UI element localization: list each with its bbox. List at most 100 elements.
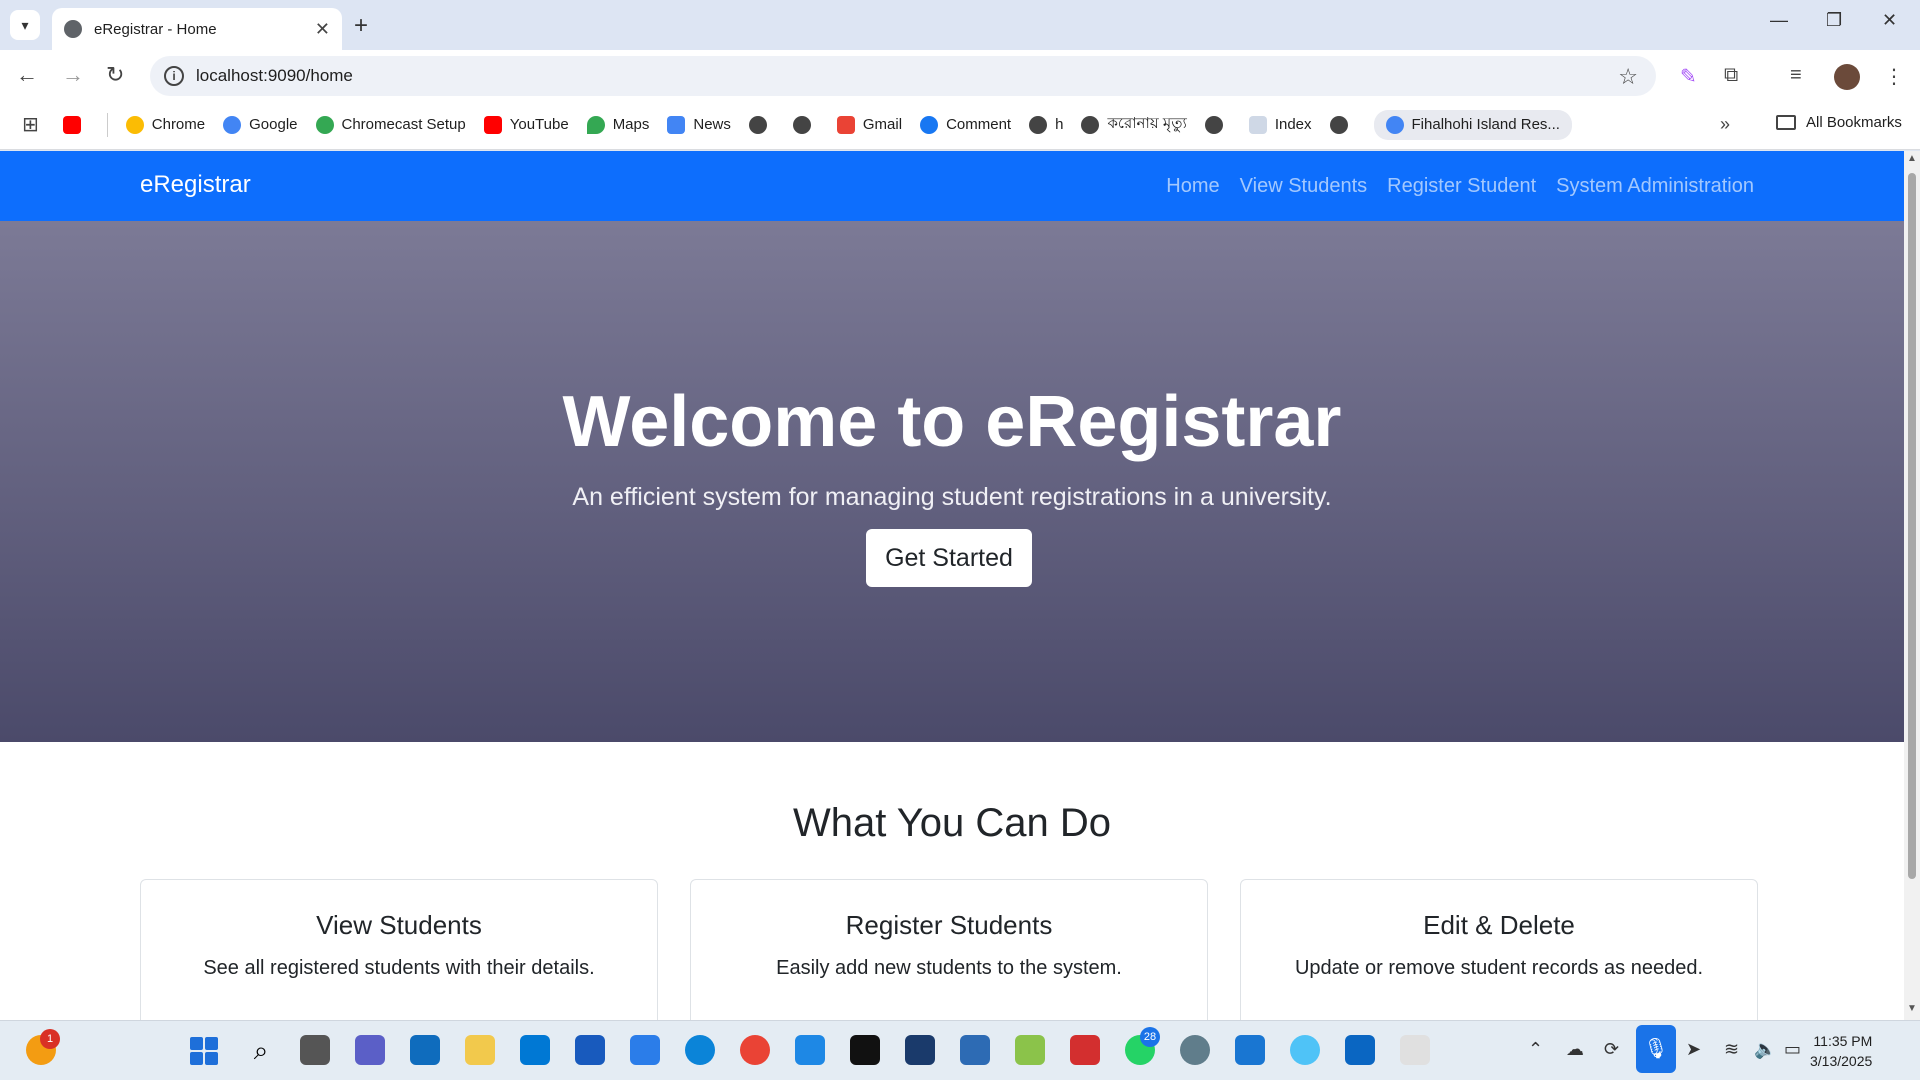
card-text: Easily add new students to the system. bbox=[776, 957, 1122, 979]
bookmark-chromecast[interactable]: Chromecast Setup bbox=[315, 115, 466, 134]
bookmark-youtube-icon[interactable] bbox=[62, 115, 89, 134]
location-icon[interactable]: ➤ bbox=[1686, 1039, 1701, 1060]
bookmark-globe-1[interactable] bbox=[748, 115, 775, 134]
extensions-icon[interactable]: ⧉ bbox=[1724, 64, 1738, 87]
bookmark-label: Comment bbox=[946, 116, 1012, 133]
hero-title: Welcome to eRegistrar bbox=[562, 382, 1342, 462]
bookmark-globe-4[interactable] bbox=[1329, 115, 1356, 134]
globe-icon bbox=[1204, 115, 1223, 134]
wifi-icon[interactable]: ≋ bbox=[1724, 1039, 1739, 1060]
start-windows-icon[interactable] bbox=[190, 1037, 218, 1065]
bookmark-star-icon[interactable]: ☆ bbox=[1618, 64, 1638, 90]
bookmark-google[interactable]: Google bbox=[223, 115, 298, 134]
card-title: Register Students bbox=[845, 910, 1053, 940]
bookmark-news[interactable]: News bbox=[667, 115, 731, 134]
tab-search-button[interactable]: ▾ bbox=[10, 10, 40, 40]
bookmark-fihalhohi[interactable]: Fihalhohi Island Res... bbox=[1373, 109, 1572, 140]
notepad-icon[interactable] bbox=[630, 1035, 660, 1065]
bookmark-chrome[interactable]: Chrome bbox=[125, 115, 205, 134]
scrollbar-thumb[interactable] bbox=[1908, 173, 1916, 879]
site-info-icon[interactable]: i bbox=[164, 66, 184, 86]
search-icon[interactable]: ⌕ bbox=[246, 1035, 276, 1065]
bookmark-youtube[interactable]: YouTube bbox=[483, 115, 569, 134]
weather-badge: 1 bbox=[40, 1029, 60, 1049]
new-tab-button[interactable]: + bbox=[354, 12, 368, 40]
nav-link-register-student[interactable]: Register Student bbox=[1387, 175, 1536, 198]
microphone-icon[interactable]: 🎙 bbox=[1636, 1025, 1676, 1073]
chrome-icon[interactable] bbox=[740, 1035, 770, 1065]
bookmark-label: YouTube bbox=[509, 116, 569, 133]
google-icon bbox=[315, 115, 334, 134]
reload-icon[interactable]: ↻ bbox=[106, 62, 124, 88]
menu-kebab-icon[interactable]: ⋮ bbox=[1884, 64, 1904, 89]
close-window-icon[interactable]: ✕ bbox=[1882, 10, 1897, 31]
brand-logo-text[interactable]: eRegistrar bbox=[140, 171, 251, 199]
bookmark-h[interactable]: h bbox=[1029, 115, 1064, 134]
profile-avatar[interactable] bbox=[1834, 64, 1860, 90]
maps-pin-icon bbox=[586, 115, 605, 134]
bookmark-index[interactable]: Index bbox=[1248, 115, 1312, 134]
browser-tab-active[interactable]: eRegistrar - Home ✕ bbox=[52, 8, 342, 50]
features-heading: What You Can Do bbox=[793, 801, 1111, 845]
all-bookmarks[interactable]: All Bookmarks bbox=[1776, 114, 1902, 131]
bookmark-label: Index bbox=[1274, 116, 1312, 133]
scroll-up-icon[interactable]: ▲ bbox=[1907, 153, 1917, 164]
url-text[interactable]: localhost:9090/home bbox=[196, 66, 353, 86]
nav-link-system-administration[interactable]: System Administration bbox=[1556, 175, 1754, 198]
bookmark-bengali[interactable]: করোনায় মৃত্যু bbox=[1081, 112, 1187, 137]
onedrive-cloud-icon[interactable]: ☁ bbox=[1566, 1039, 1584, 1060]
app-diamond-icon[interactable] bbox=[1015, 1035, 1045, 1065]
word-icon[interactable] bbox=[575, 1035, 605, 1065]
snipping-tool-icon[interactable] bbox=[1400, 1035, 1430, 1065]
bookmark-gmail[interactable]: Gmail bbox=[836, 115, 902, 134]
sync-icon[interactable]: ⟳ bbox=[1604, 1039, 1619, 1060]
bookmark-label: Google bbox=[249, 116, 298, 133]
intellij-icon[interactable] bbox=[850, 1035, 880, 1065]
media-control-icon[interactable]: ≡ bbox=[1790, 64, 1802, 87]
bookmark-maps[interactable]: Maps bbox=[586, 115, 650, 134]
teams-icon[interactable] bbox=[355, 1035, 385, 1065]
bookmark-label: h bbox=[1055, 116, 1064, 133]
apps-grid-icon[interactable]: ⊞ bbox=[22, 112, 39, 137]
pen-extension-icon[interactable]: ✎ bbox=[1680, 64, 1697, 89]
edge-icon[interactable] bbox=[685, 1035, 715, 1065]
page-scrollbar[interactable]: ▲ ▼ bbox=[1904, 151, 1920, 1020]
file-explorer-icon[interactable] bbox=[465, 1035, 495, 1065]
address-bar[interactable]: i localhost:9090/home ☆ bbox=[150, 56, 1656, 96]
bookmarks-bar: ⊞ Chrome Google Chromecast Setup YouTube… bbox=[0, 100, 1920, 150]
close-tab-icon[interactable]: ✕ bbox=[315, 19, 330, 40]
bookmark-label: Fihalhohi Island Res... bbox=[1411, 116, 1560, 133]
photos-icon[interactable] bbox=[1235, 1035, 1265, 1065]
folder-icon bbox=[1776, 115, 1796, 130]
scroll-down-icon[interactable]: ▼ bbox=[1907, 1003, 1917, 1014]
volume-icon[interactable]: 🔈 bbox=[1754, 1039, 1776, 1060]
bookmark-comment[interactable]: Comment bbox=[920, 115, 1012, 134]
clock-date: 3/13/2025 bbox=[1810, 1053, 1873, 1069]
restore-icon[interactable]: ❐ bbox=[1826, 10, 1842, 31]
minimize-icon[interactable]: — bbox=[1770, 10, 1788, 31]
battery-icon[interactable]: ▭ bbox=[1784, 1039, 1801, 1060]
settings-gear-icon[interactable] bbox=[1180, 1035, 1210, 1065]
bookmark-globe-3[interactable] bbox=[1204, 115, 1231, 134]
linkedin-icon[interactable] bbox=[1345, 1035, 1375, 1065]
visio-icon[interactable] bbox=[960, 1035, 990, 1065]
forward-icon[interactable]: → bbox=[62, 62, 84, 88]
task-view-icon[interactable] bbox=[300, 1035, 330, 1065]
nav-link-view-students[interactable]: View Students bbox=[1240, 175, 1368, 198]
tray-chevron-up-icon[interactable]: ⌃ bbox=[1528, 1039, 1543, 1060]
windows-taskbar: 1 ⌕ 28 ⌃ ☁ ⟳ 🎙 ➤ ≋ 🔈 ▭ 11:35 PM 3/13/202… bbox=[0, 1020, 1920, 1080]
outlook-icon[interactable] bbox=[410, 1035, 440, 1065]
bookmark-label: Maps bbox=[612, 116, 650, 133]
sql-server-icon[interactable] bbox=[905, 1035, 935, 1065]
vscode-icon[interactable] bbox=[795, 1035, 825, 1065]
network-globe-icon[interactable] bbox=[1290, 1035, 1320, 1065]
bookmark-globe-2[interactable] bbox=[792, 115, 819, 134]
system-clock[interactable]: 11:35 PM 3/13/2025 bbox=[1810, 1031, 1872, 1071]
nav-link-home[interactable]: Home bbox=[1166, 175, 1219, 198]
bookmark-label: Chromecast Setup bbox=[341, 116, 466, 133]
back-icon[interactable]: ← bbox=[16, 62, 38, 88]
acrobat-icon[interactable] bbox=[1070, 1035, 1100, 1065]
more-bookmarks-chevron-icon[interactable]: » bbox=[1720, 114, 1730, 135]
get-started-button[interactable]: Get Started bbox=[866, 529, 1032, 587]
cortana-icon[interactable] bbox=[520, 1035, 550, 1065]
